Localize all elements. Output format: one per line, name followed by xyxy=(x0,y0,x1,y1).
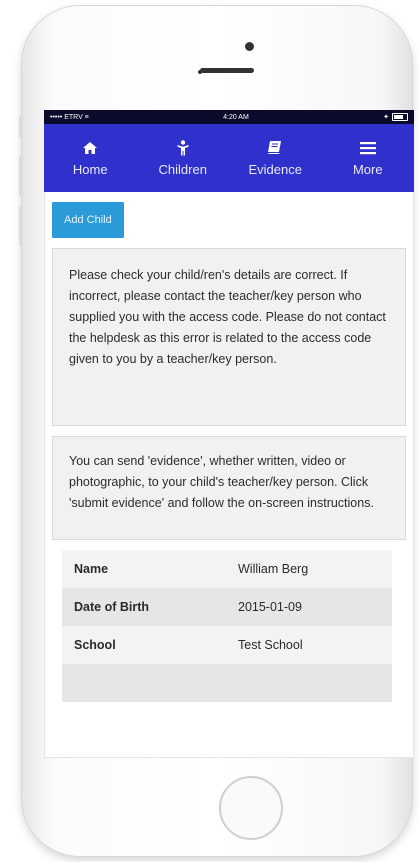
name-label: Name xyxy=(62,550,226,588)
home-hardware-button[interactable] xyxy=(219,776,283,840)
name-value: William Berg xyxy=(226,550,392,588)
volume-down-button xyxy=(19,206,23,246)
top-navigation: Home Children Evidence More xyxy=(44,124,414,192)
school-value: Test School xyxy=(226,626,392,664)
table-row xyxy=(62,664,392,702)
add-child-button[interactable]: Add Child xyxy=(52,202,124,238)
carrier-signal: ••••• ETRV ≡ xyxy=(50,113,89,121)
dob-label: Date of Birth xyxy=(62,588,226,626)
battery-icon xyxy=(392,113,408,121)
status-bar: ••••• ETRV ≡ 4:20 AM ✦ xyxy=(44,110,414,124)
child-details-table: Name William Berg Date of Birth 2015-01-… xyxy=(62,550,392,702)
details-notice-text: Please check your child/ren's details ar… xyxy=(69,268,386,366)
evidence-notice-panel: You can send 'evidence', whether written… xyxy=(52,436,406,540)
table-row: Name William Berg xyxy=(62,550,392,588)
nav-evidence-label: Evidence xyxy=(248,161,302,177)
extra-label xyxy=(62,664,226,702)
front-camera xyxy=(245,42,254,51)
bluetooth-icon: ✦ xyxy=(383,114,389,121)
mute-switch xyxy=(19,116,23,138)
earpiece-speaker xyxy=(200,68,254,73)
nav-more-label: More xyxy=(352,161,383,177)
nav-children-label: Children xyxy=(158,161,207,177)
home-icon xyxy=(82,140,98,156)
nav-children[interactable]: Children xyxy=(137,124,230,192)
table-row: School Test School xyxy=(62,626,392,664)
menu-icon xyxy=(359,140,376,156)
table-row: Date of Birth 2015-01-09 xyxy=(62,588,392,626)
dob-value: 2015-01-09 xyxy=(226,588,392,626)
nav-home-label: Home xyxy=(72,161,108,177)
nav-home[interactable]: Home xyxy=(44,124,137,192)
evidence-notice-text: You can send 'evidence', whether written… xyxy=(69,454,374,510)
child-icon xyxy=(177,139,189,156)
extra-value xyxy=(226,664,392,702)
school-label: School xyxy=(62,626,226,664)
nav-evidence[interactable]: Evidence xyxy=(229,124,322,192)
main-content: Add Child Please check your child/ren's … xyxy=(44,192,414,702)
volume-up-button xyxy=(19,156,23,196)
status-time: 4:20 AM xyxy=(223,113,249,121)
details-notice-panel: Please check your child/ren's details ar… xyxy=(52,248,406,426)
book-icon xyxy=(267,140,283,156)
status-right: ✦ xyxy=(383,113,408,121)
nav-more[interactable]: More xyxy=(322,124,415,192)
app-screen: ••••• ETRV ≡ 4:20 AM ✦ Home Children Evi… xyxy=(44,110,414,758)
